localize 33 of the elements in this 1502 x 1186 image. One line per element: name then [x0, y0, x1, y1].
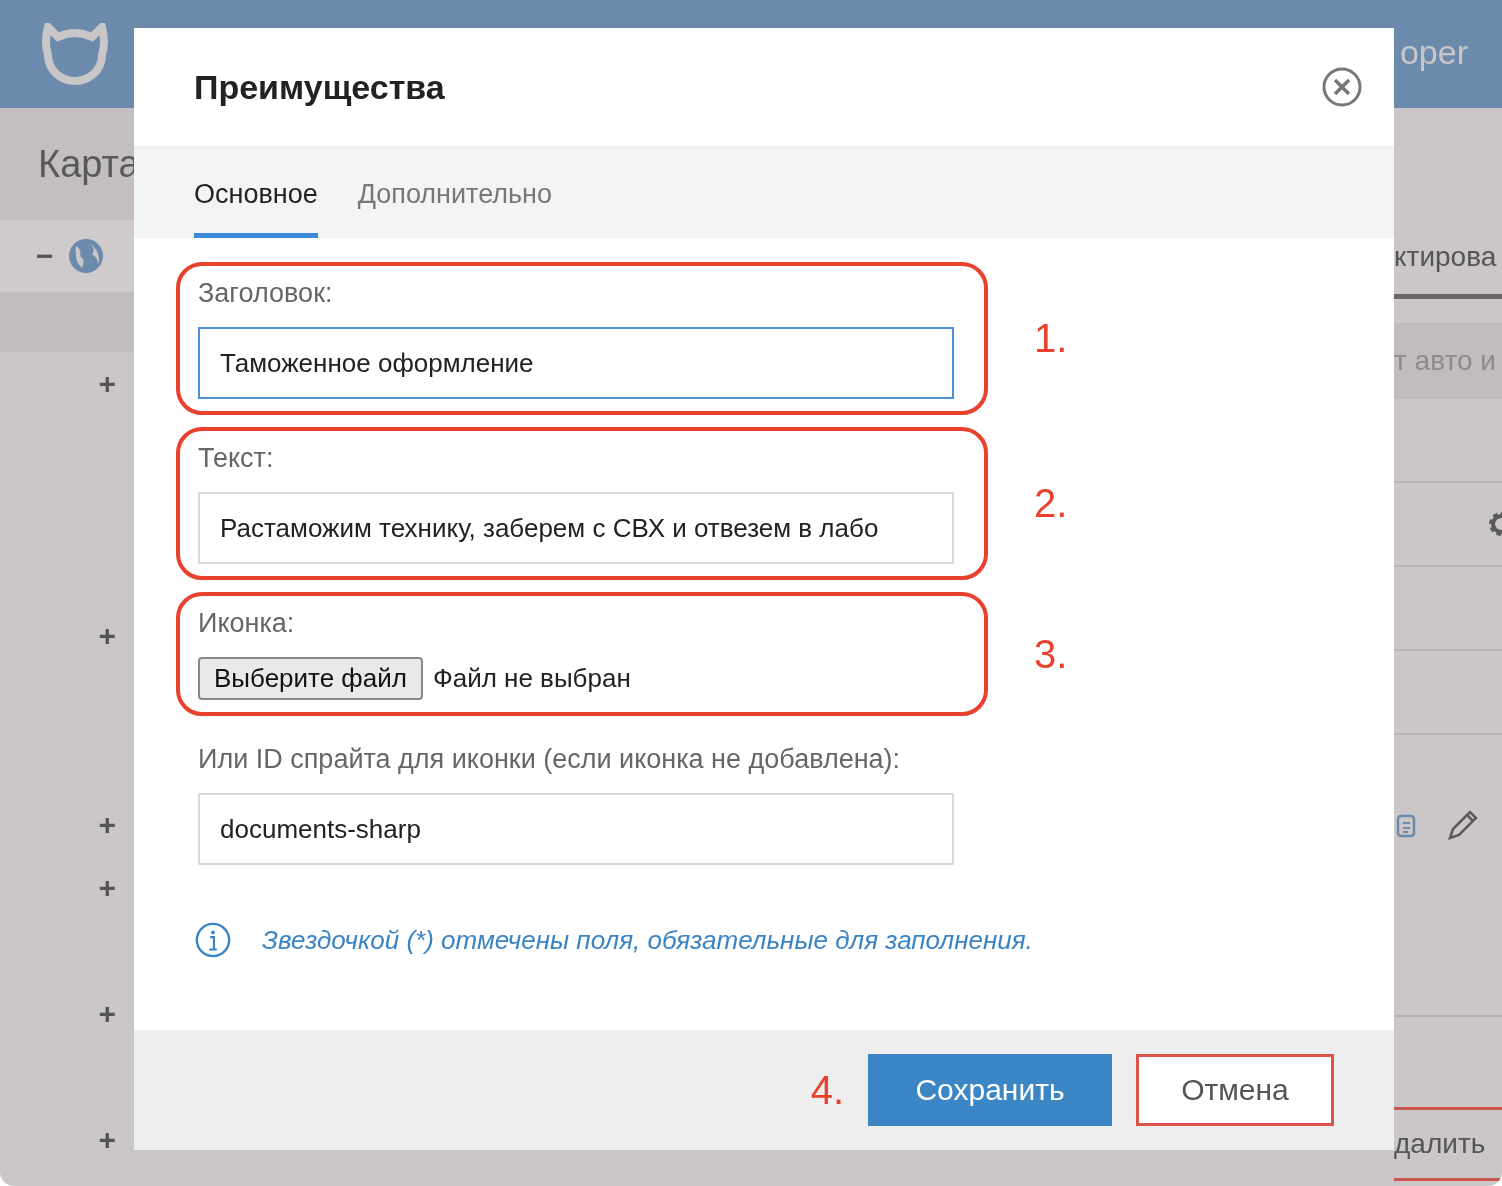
annotation-number: 2. — [1034, 481, 1068, 526]
annotation-number: 4. — [810, 1067, 844, 1113]
file-status: Файл не выбран — [432, 663, 631, 694]
field-label: Или ID спрайта для иконки (если иконка не добавлена): — [198, 744, 902, 775]
annotation-number: 3. — [1034, 631, 1068, 677]
app-title: oper — [1399, 32, 1468, 72]
expand-toggle[interactable]: + — [98, 368, 116, 399]
close-icon[interactable] — [1322, 67, 1362, 107]
field-label: Заголовок: — [198, 278, 334, 309]
expand-toggle[interactable]: + — [98, 872, 116, 903]
field-label: Текст: — [198, 443, 275, 474]
required-fields-note: Звездочкой (*) отмечены поля, обязательные для заполнения. — [262, 924, 1033, 956]
input-field[interactable]: documents-sharp — [198, 793, 954, 865]
cancel-button[interactable]: Отмена — [1136, 1054, 1334, 1126]
pencil-icon[interactable] — [1446, 808, 1480, 842]
dialog-title: Преимущества — [194, 67, 445, 107]
tab[interactable]: Дополнительно — [357, 156, 553, 238]
collapse-toggle[interactable]: − — [36, 241, 54, 271]
input-field[interactable]: Растаможим технику, заберем с СВХ и отвезем в лабо — [198, 492, 954, 564]
input-field[interactable]: Таможенное оформление — [198, 327, 954, 399]
expand-toggle[interactable]: + — [98, 809, 116, 840]
field-label: Иконка: — [198, 608, 296, 639]
expand-toggle[interactable]: + — [98, 998, 116, 1029]
globe-icon — [67, 238, 104, 274]
save-button[interactable]: Сохранить — [868, 1054, 1112, 1126]
tab-label[interactable]: ктирова — [1394, 241, 1497, 273]
cat-logo-icon[interactable] — [40, 23, 110, 85]
tab[interactable]: Основное — [194, 156, 318, 238]
expand-toggle[interactable]: + — [98, 1124, 116, 1155]
annotation-number: 1. — [1034, 316, 1068, 361]
info-icon — [194, 921, 232, 959]
expand-toggle[interactable]: + — [98, 620, 116, 651]
choose-file-button[interactable]: Выберите файл — [198, 657, 423, 700]
